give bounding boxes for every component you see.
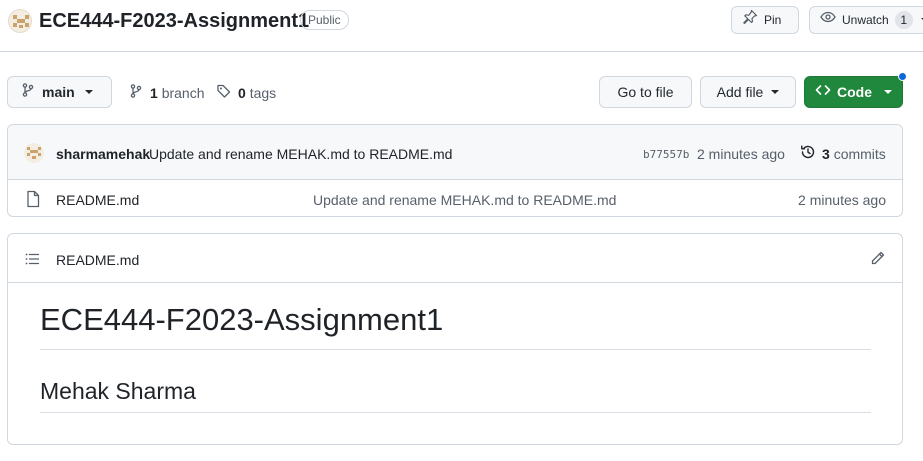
add-file-button[interactable]: Add file bbox=[700, 76, 796, 108]
readme-header: README.md bbox=[8, 234, 902, 283]
author-avatar[interactable] bbox=[24, 143, 44, 163]
readme-filename-link[interactable]: README.md bbox=[56, 251, 139, 269]
chevron-down-icon bbox=[884, 90, 892, 94]
commit-label: commits bbox=[833, 146, 886, 162]
visibility-badge: Public bbox=[300, 10, 349, 30]
unwatch-label: Unwatch bbox=[842, 13, 889, 27]
commits-link[interactable]: 3 commits bbox=[800, 144, 886, 164]
commit-message-link[interactable]: Update and rename MEHAK.md to README.md bbox=[149, 145, 452, 163]
file-commit-message-link[interactable]: Update and rename MEHAK.md to README.md bbox=[313, 191, 616, 209]
file-row[interactable]: README.md Update and rename MEHAK.md to … bbox=[8, 181, 902, 216]
watch-counter: 1 bbox=[894, 11, 913, 29]
chevron-down-icon bbox=[771, 90, 780, 94]
code-label: Code bbox=[837, 84, 872, 100]
notification-dot bbox=[898, 72, 907, 81]
branches-link[interactable]: 1 branch bbox=[128, 83, 205, 103]
tag-label: tags bbox=[249, 85, 277, 101]
readme-panel: README.md ECE444-F2023-Assignment1 Mehak… bbox=[7, 233, 903, 445]
readme-heading-1: ECE444-F2023-Assignment1 bbox=[40, 300, 871, 350]
owner-avatar[interactable] bbox=[8, 9, 32, 33]
branch-name: main bbox=[42, 84, 75, 100]
file-browser: sharmamehak Update and rename MEHAK.md t… bbox=[7, 124, 903, 217]
git-branch-icon bbox=[20, 82, 36, 103]
code-button[interactable]: Code bbox=[804, 76, 903, 108]
tags-link[interactable]: 0 tags bbox=[216, 83, 276, 103]
tag-icon bbox=[216, 83, 232, 103]
unwatch-button[interactable]: Unwatch 1 bbox=[809, 6, 923, 34]
commit-count: 3 bbox=[822, 146, 830, 162]
readme-heading-2: Mehak Sharma bbox=[40, 376, 871, 413]
tag-count: 0 bbox=[238, 85, 246, 101]
git-branch-icon bbox=[128, 83, 144, 103]
history-icon bbox=[800, 144, 816, 164]
chevron-down-icon bbox=[84, 90, 93, 94]
list-unordered-icon[interactable] bbox=[24, 251, 40, 270]
code-icon bbox=[815, 82, 831, 103]
repo-name-link[interactable]: ECE444-F2023-Assignment1 bbox=[39, 9, 309, 33]
file-name-link[interactable]: README.md bbox=[56, 191, 139, 209]
eye-icon bbox=[820, 9, 836, 31]
go-to-file-button[interactable]: Go to file bbox=[599, 76, 692, 108]
file-commit-time: 2 minutes ago bbox=[798, 192, 886, 208]
pin-icon bbox=[742, 9, 758, 31]
commit-time: 2 minutes ago bbox=[697, 146, 785, 162]
branch-label: branch bbox=[161, 85, 205, 101]
add-file-label: Add file bbox=[716, 84, 764, 100]
commit-sha-link[interactable]: b77557b bbox=[643, 147, 689, 163]
branch-select[interactable]: main bbox=[7, 76, 112, 108]
latest-commit-row: sharmamehak Update and rename MEHAK.md t… bbox=[8, 125, 902, 180]
pencil-icon[interactable] bbox=[870, 250, 886, 269]
pin-label: Pin bbox=[764, 13, 782, 27]
go-to-file-label: Go to file bbox=[617, 84, 674, 100]
commit-author-link[interactable]: sharmamehak bbox=[56, 145, 150, 163]
repo-header: ECE444-F2023-Assignment1 Public Pin Unwa… bbox=[0, 0, 923, 52]
branch-count: 1 bbox=[150, 85, 158, 101]
pin-button[interactable]: Pin bbox=[731, 6, 799, 34]
file-icon bbox=[25, 190, 41, 211]
